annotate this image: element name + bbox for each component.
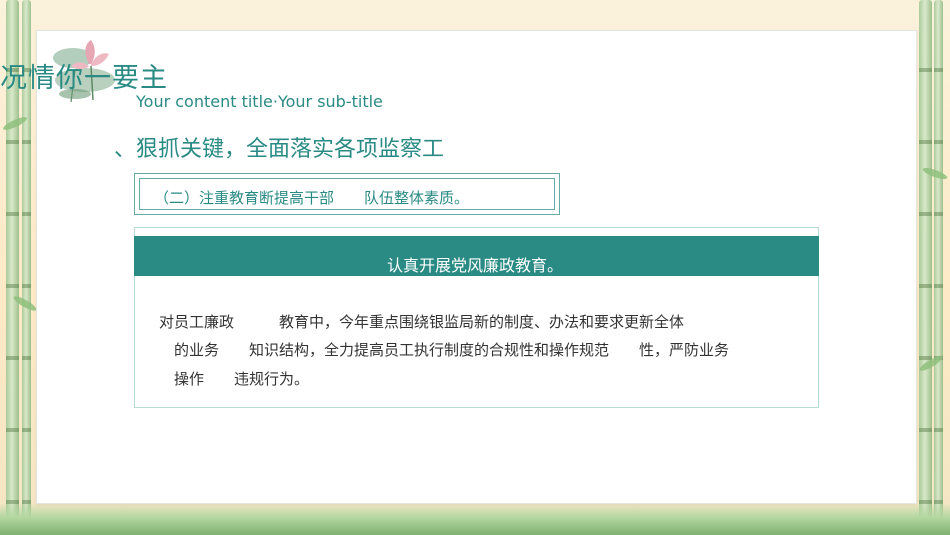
body-line-1: 对员工廉政 教育中，今年重点围绕银监局新的制度、办法和要求更新全体 [159,313,685,331]
banner-text: 认真开展党风廉政教育。 [0,252,950,276]
body-line-3: 操作 违规行为。 [174,370,310,388]
banner-label: 认真开展党风廉政教育。 [386,256,563,275]
section-title: 、狠抓关键，全面落实各项监察工 [114,137,445,162]
page-subtitle: Your content title·Your sub-title [136,92,383,111]
body-line-2: 的业务 知识结构，全力提高员工执行制度的合规性和操作规范 性，严防业务 [174,341,730,359]
page-title: 况情你一要主 [0,63,168,94]
sub-item-text: （二）注重教育断提高干部 队伍整体素质。 [154,189,470,207]
grass-strip [0,503,950,535]
